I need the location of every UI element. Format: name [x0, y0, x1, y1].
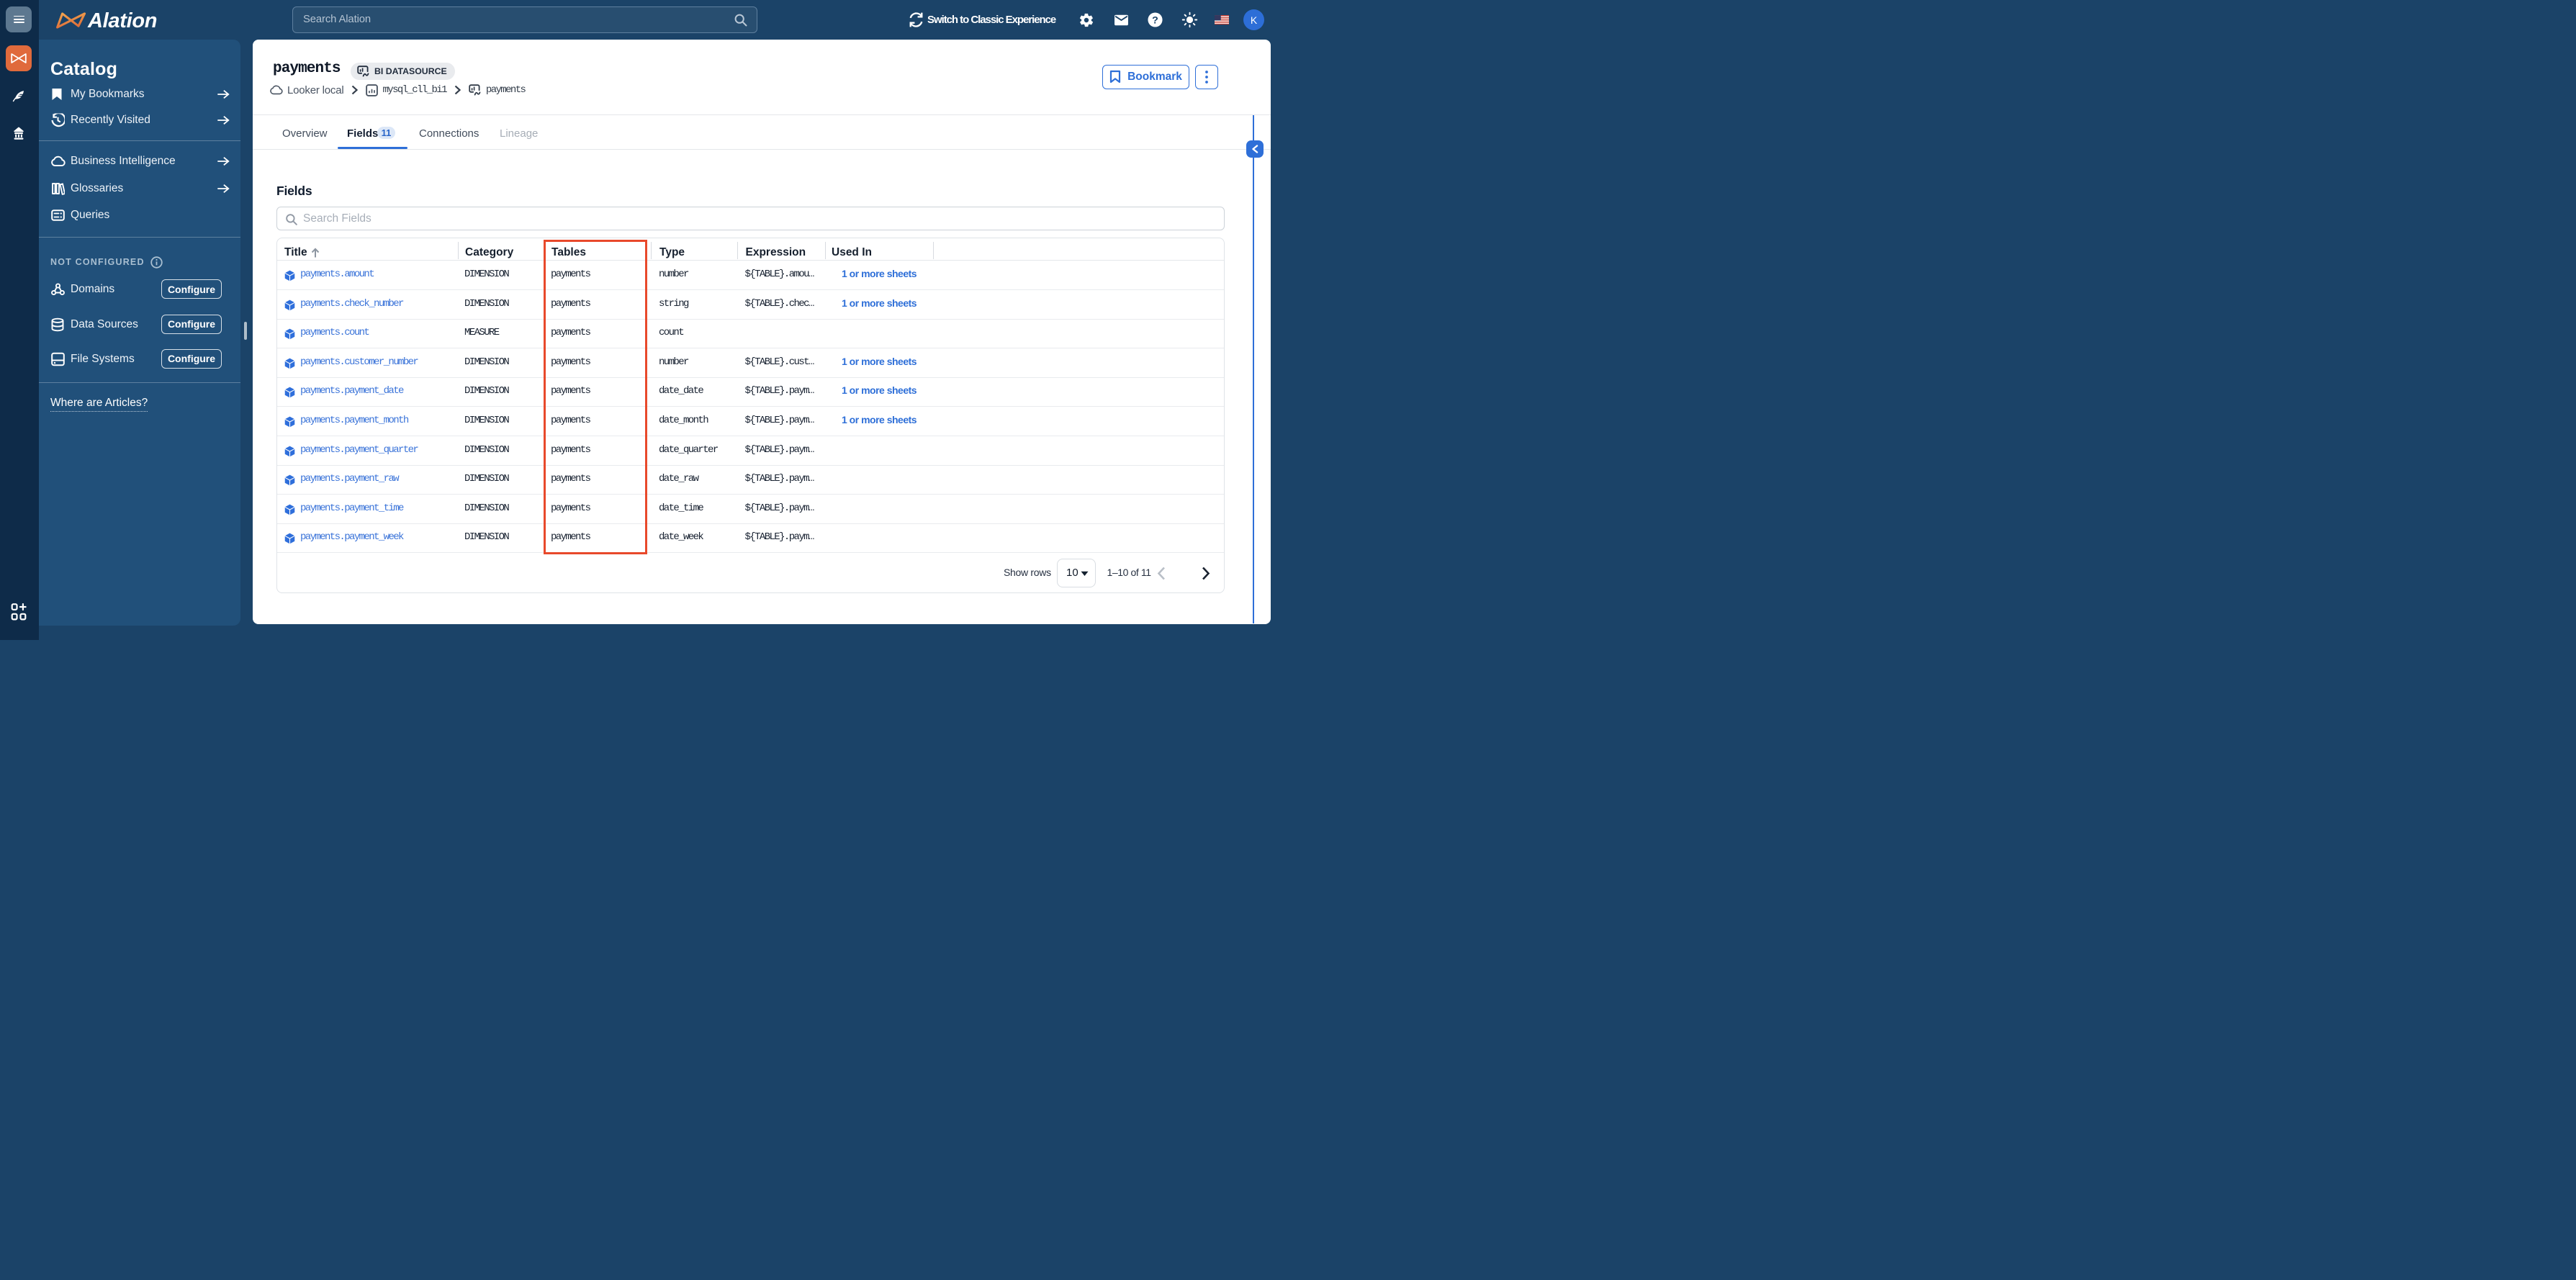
svg-text:?: ?: [1152, 14, 1158, 26]
